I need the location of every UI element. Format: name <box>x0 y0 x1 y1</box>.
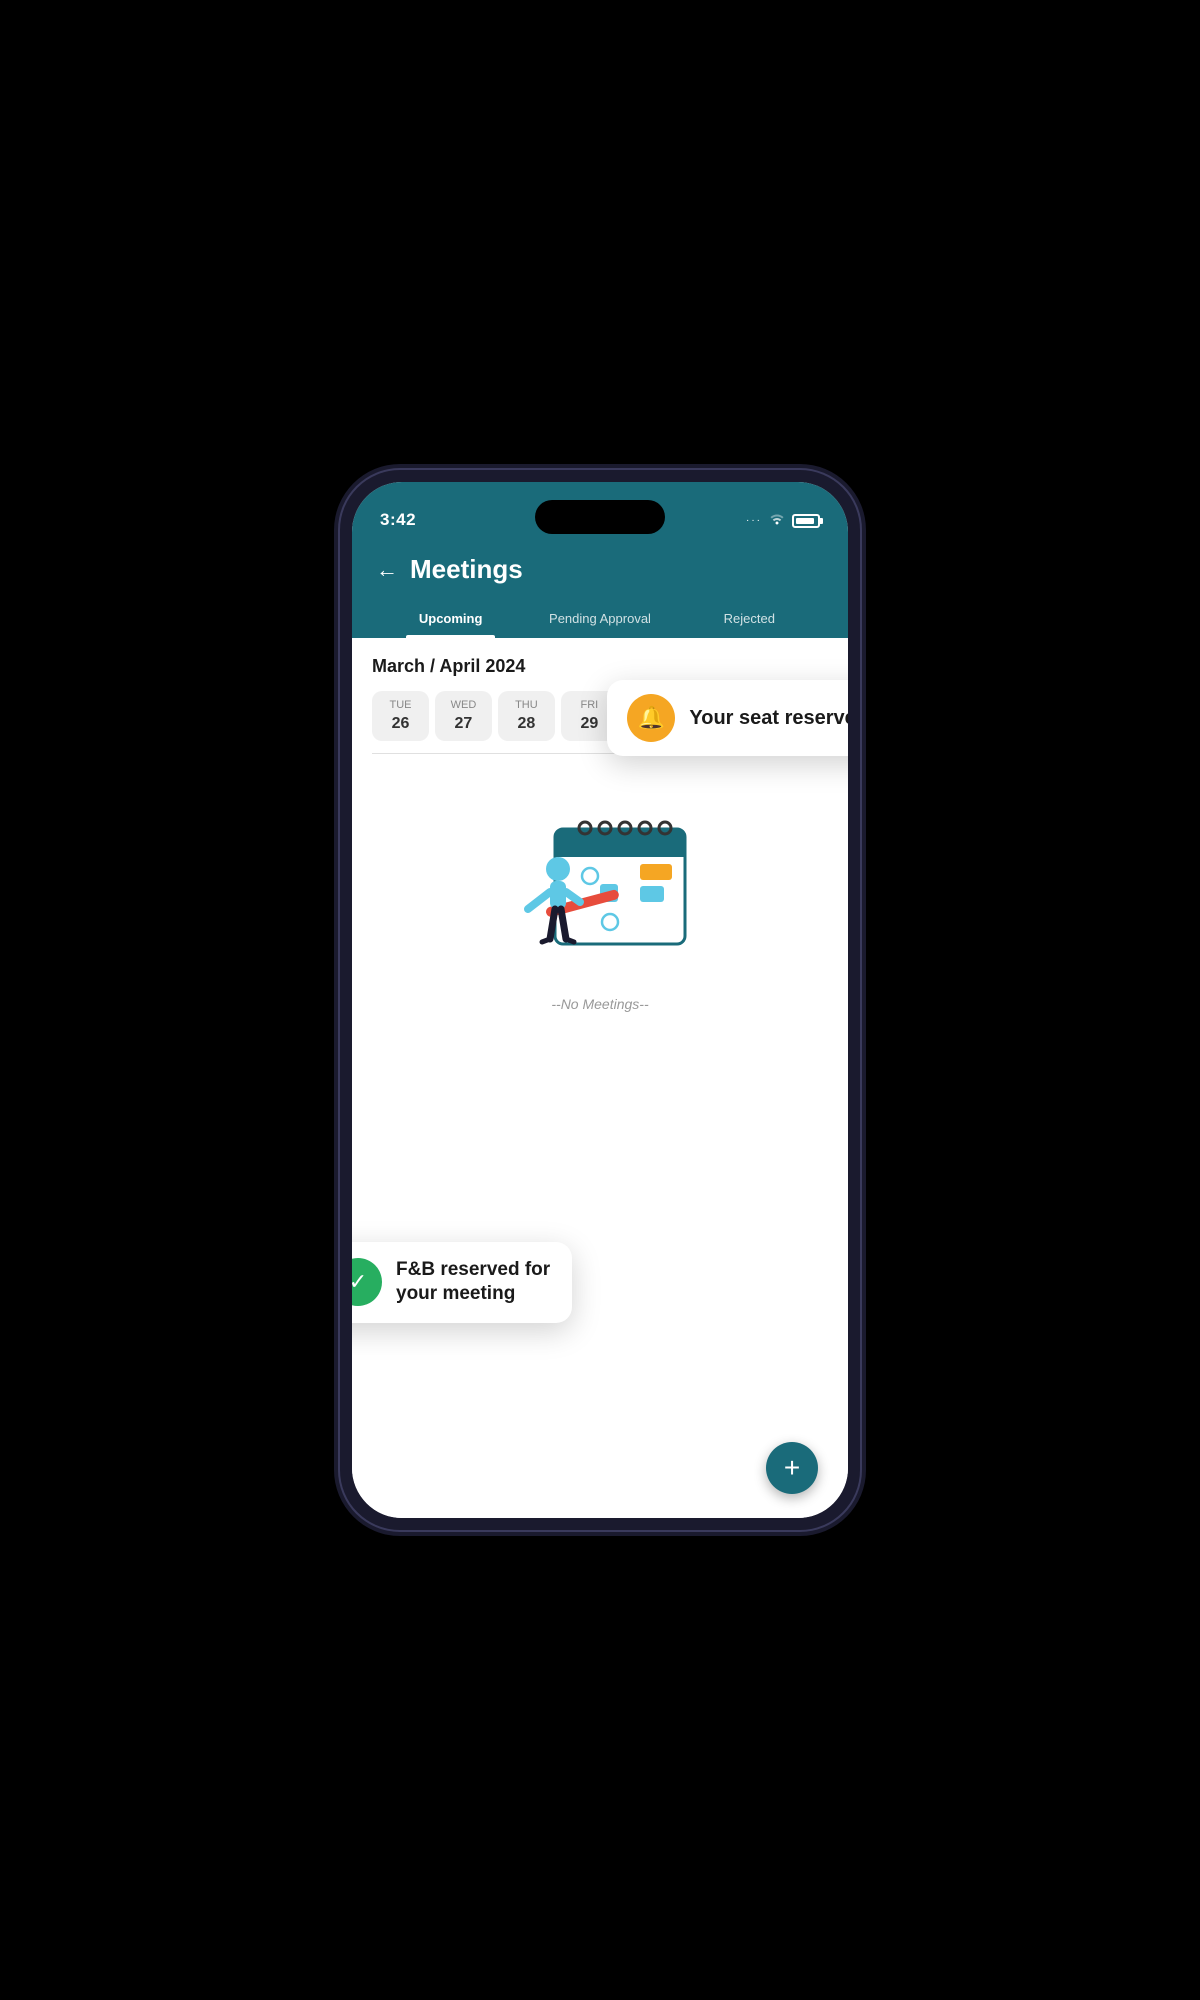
fab-add-button[interactable]: + <box>766 1442 818 1494</box>
app-header: ← Meetings Upcoming Pending Approval Rej… <box>352 540 848 638</box>
dots-icon: ··· <box>746 515 762 526</box>
battery-icon <box>792 514 820 528</box>
status-icons: ··· <box>746 511 820 530</box>
tab-pending[interactable]: Pending Approval <box>525 601 674 638</box>
page-title: Meetings <box>410 554 523 585</box>
day-cell-2[interactable]: THU 28 <box>498 691 555 741</box>
bell-icon: 🔔 <box>627 694 675 742</box>
empty-state: --No Meetings-- <box>352 754 848 1032</box>
month-label: March / April 2024 <box>372 656 828 677</box>
main-content: March / April 2024 TUE 26 WED 27 <box>352 638 848 1518</box>
notification-fb-reserved: ✓ F&B reserved for your meeting <box>352 1242 572 1323</box>
status-time: 3:42 <box>380 510 416 530</box>
seat-reserved-text: Your seat reserved <box>689 707 848 730</box>
dynamic-island <box>535 500 665 534</box>
tab-upcoming[interactable]: Upcoming <box>376 601 525 638</box>
day-cell-1[interactable]: WED 27 <box>435 691 492 741</box>
fb-reserved-text: F&B reserved for your meeting <box>396 1258 550 1307</box>
wifi-icon <box>768 511 786 530</box>
check-icon: ✓ <box>352 1258 382 1306</box>
notification-seat-reserved: 🔔 Your seat reserved <box>607 680 848 756</box>
no-meetings-label: --No Meetings-- <box>551 996 648 1012</box>
tab-bar: Upcoming Pending Approval Rejected <box>376 601 824 638</box>
day-cell-0[interactable]: TUE 26 <box>372 691 429 741</box>
calendar-illustration <box>490 784 710 984</box>
back-button[interactable]: ← <box>376 557 398 583</box>
tab-rejected[interactable]: Rejected <box>675 601 824 638</box>
